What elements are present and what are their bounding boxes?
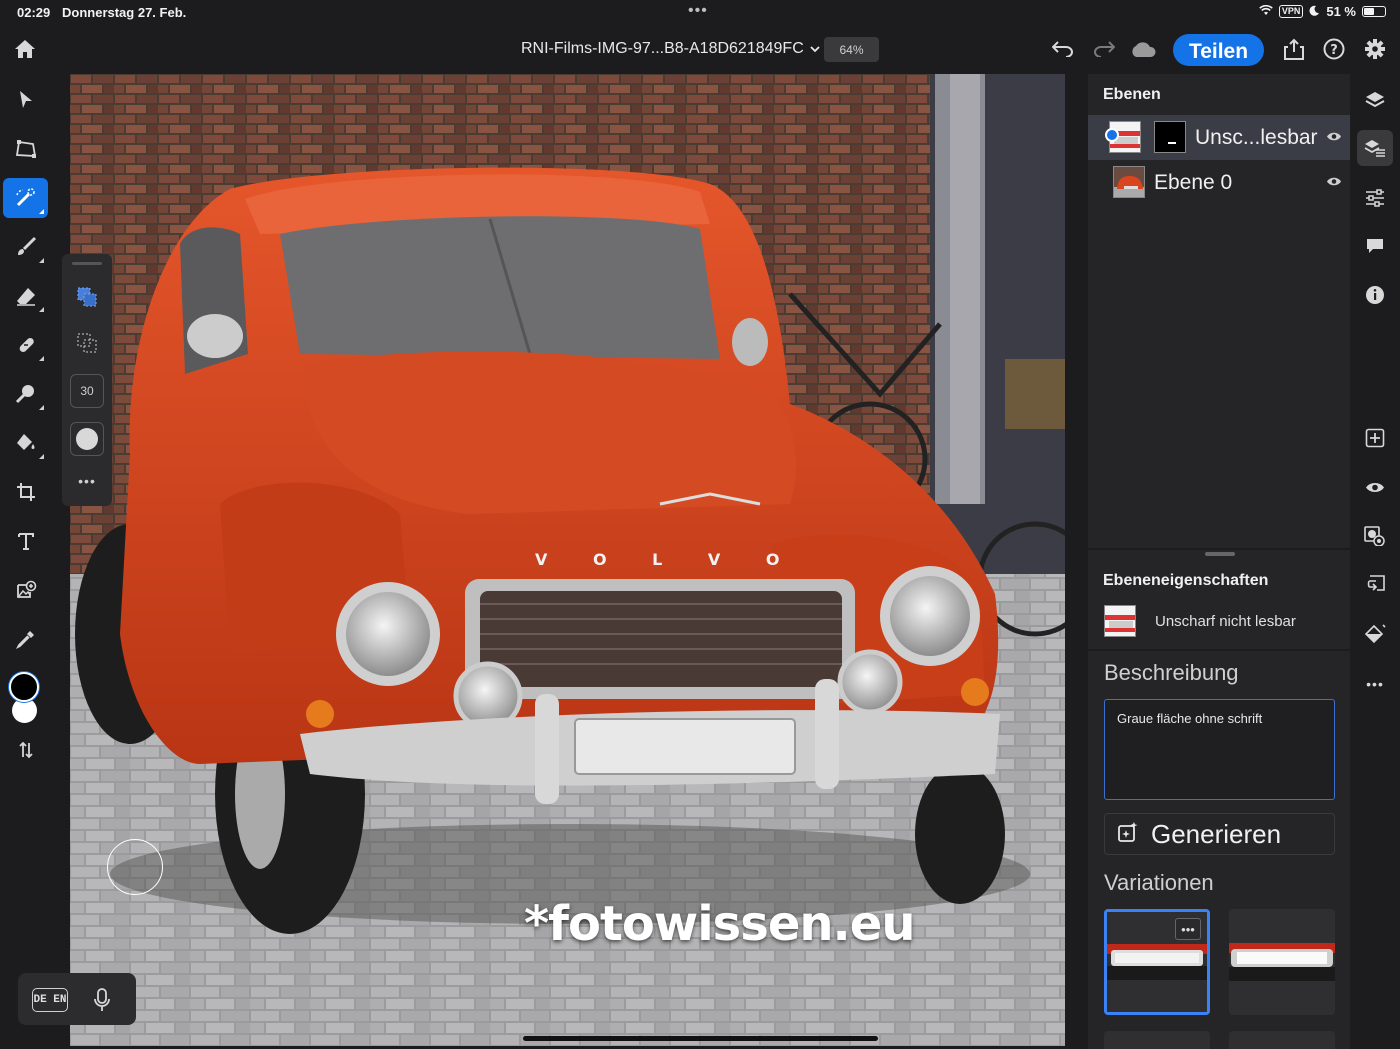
tool-options-palette: 30 ••• (62, 254, 112, 506)
zoom-level[interactable]: 64% (824, 37, 879, 62)
generate-label: Generieren (1151, 818, 1282, 849)
top-bar: RNI-Films-IMG-97...B8-A18D621849FC 64% T… (0, 24, 1400, 74)
export-icon[interactable] (1281, 36, 1307, 62)
keyboard-shortcut-pill: DE EN (18, 973, 136, 1025)
generative-layer-badge-icon (1105, 128, 1119, 142)
grille-badge-text: V O L V O (535, 550, 800, 569)
svg-text:?: ? (1330, 43, 1338, 58)
panel-resize-handle[interactable] (1205, 552, 1235, 556)
ios-status-bar: 02:29 Donnerstag 27. Feb. ••• VPN 51 % (0, 0, 1400, 24)
mask-thumbnail[interactable] (1154, 121, 1186, 153)
variation-more-button[interactable]: ••• (1175, 918, 1201, 940)
brush-cursor (107, 839, 163, 895)
battery-icon (1362, 6, 1386, 17)
clone-stamp-tool-icon[interactable] (3, 374, 48, 414)
layer-row-unscharf[interactable]: Unsc...lesbar (1088, 115, 1350, 160)
layer-name: Unsc...lesbar (1195, 126, 1318, 149)
description-input[interactable]: Graue fläche ohne schrift (1104, 699, 1335, 800)
eyedropper-tool-icon[interactable] (3, 619, 48, 659)
share-button[interactable]: Teilen (1173, 34, 1264, 66)
watermark-text: *fotowissen.eu (524, 896, 916, 952)
layer-properties-title: Ebeneneigenschaften (1103, 572, 1269, 589)
crop-tool-icon[interactable] (3, 472, 48, 512)
subtract-selection-icon[interactable] (70, 326, 104, 360)
swap-colors-icon[interactable] (3, 730, 48, 770)
generate-button[interactable]: Generieren (1104, 813, 1335, 855)
adjustments-sliders-icon[interactable] (1357, 180, 1393, 216)
keyboard-language-button[interactable]: DE EN (32, 988, 68, 1012)
variations-heading: Variationen (1104, 870, 1214, 895)
right-icon-rail: ••• (1350, 74, 1400, 1049)
redo-icon[interactable] (1091, 37, 1117, 61)
help-icon[interactable]: ? (1321, 36, 1347, 62)
variation-thumbnail-2[interactable] (1229, 909, 1335, 1015)
move-tool-icon[interactable] (3, 80, 48, 120)
layers-panel-title: Ebenen (1103, 86, 1161, 103)
layer-properties-icon[interactable] (1357, 130, 1393, 166)
moon-icon (1309, 4, 1320, 19)
brush-hardness-icon[interactable] (70, 422, 104, 456)
chevron-down-icon (810, 40, 820, 58)
wifi-icon (1259, 4, 1273, 19)
place-image-tool-icon[interactable] (3, 570, 48, 610)
description-heading: Beschreibung (1104, 660, 1239, 685)
foreground-color-swatch[interactable] (9, 672, 39, 702)
brush-tool-icon[interactable] (3, 227, 48, 267)
layer-thumbnail (1113, 166, 1145, 198)
mask-visibility-icon[interactable] (1357, 518, 1393, 554)
microphone-icon[interactable] (94, 988, 110, 1017)
status-indicators: VPN 51 % (1259, 4, 1386, 19)
eraser-tool-icon[interactable] (3, 276, 48, 316)
variation-thumbnail-1[interactable]: ••• (1104, 909, 1210, 1015)
document-title[interactable]: RNI-Films-IMG-97...B8-A18D621849FC (521, 40, 820, 58)
home-icon[interactable] (10, 36, 40, 62)
variation-thumbnail-4[interactable] (1229, 1031, 1335, 1049)
palette-grip[interactable] (72, 262, 102, 265)
left-toolbar (0, 74, 50, 1049)
status-time: 02:29 (17, 5, 51, 20)
status-date: Donnerstag 27. Feb. (62, 5, 187, 20)
layer-name: Ebene 0 (1154, 171, 1233, 194)
properties-layer-name[interactable]: Unscharf nicht lesbar (1155, 613, 1296, 630)
panel-divider (1088, 649, 1350, 651)
visibility-toggle-icon[interactable] (1357, 469, 1393, 505)
battery-percentage: 51 % (1326, 4, 1356, 19)
clipping-mask-icon[interactable] (1357, 567, 1393, 603)
visibility-eye-icon[interactable] (1326, 129, 1342, 145)
layer-row-ebene-0[interactable]: Ebene 0 (1088, 160, 1350, 205)
healing-brush-tool-icon[interactable] (3, 325, 48, 365)
quick-selection-tool-icon[interactable] (3, 178, 48, 218)
brush-size-value[interactable]: 30 (70, 374, 104, 408)
transform-tool-icon[interactable] (3, 129, 48, 169)
comments-icon[interactable] (1357, 228, 1393, 264)
layers-stack-icon[interactable] (1357, 82, 1393, 118)
variation-thumbnail-3[interactable] (1104, 1031, 1210, 1049)
palette-more-button[interactable]: ••• (70, 464, 104, 498)
visibility-eye-icon[interactable] (1326, 174, 1342, 190)
panel-divider (1088, 548, 1350, 550)
vpn-badge: VPN (1278, 5, 1304, 18)
more-options-icon[interactable]: ••• (1357, 666, 1393, 702)
multitasking-dots[interactable]: ••• (688, 2, 708, 20)
home-indicator[interactable] (523, 1036, 878, 1041)
filename-label: RNI-Films-IMG-97...B8-A18D621849FC (521, 40, 804, 57)
type-tool-icon[interactable] (3, 521, 48, 561)
add-selection-icon[interactable] (70, 280, 104, 314)
settings-gear-icon[interactable] (1362, 36, 1388, 62)
layers-panel: Ebenen Unsc...lesbar Ebene 0 Ebeneneigen… (1088, 74, 1350, 1049)
paint-bucket-tool-icon[interactable] (3, 423, 48, 463)
add-layer-icon[interactable] (1357, 420, 1393, 456)
undo-icon[interactable] (1050, 37, 1076, 61)
generate-sparkle-icon (1117, 819, 1139, 850)
properties-layer-thumbnail (1104, 605, 1136, 637)
info-icon[interactable] (1357, 277, 1393, 313)
cloud-icon[interactable] (1128, 37, 1158, 61)
fill-layer-icon[interactable] (1357, 616, 1393, 652)
photoshop-ipad-app: 02:29 Donnerstag 27. Feb. ••• VPN 51 % R… (0, 0, 1400, 1049)
